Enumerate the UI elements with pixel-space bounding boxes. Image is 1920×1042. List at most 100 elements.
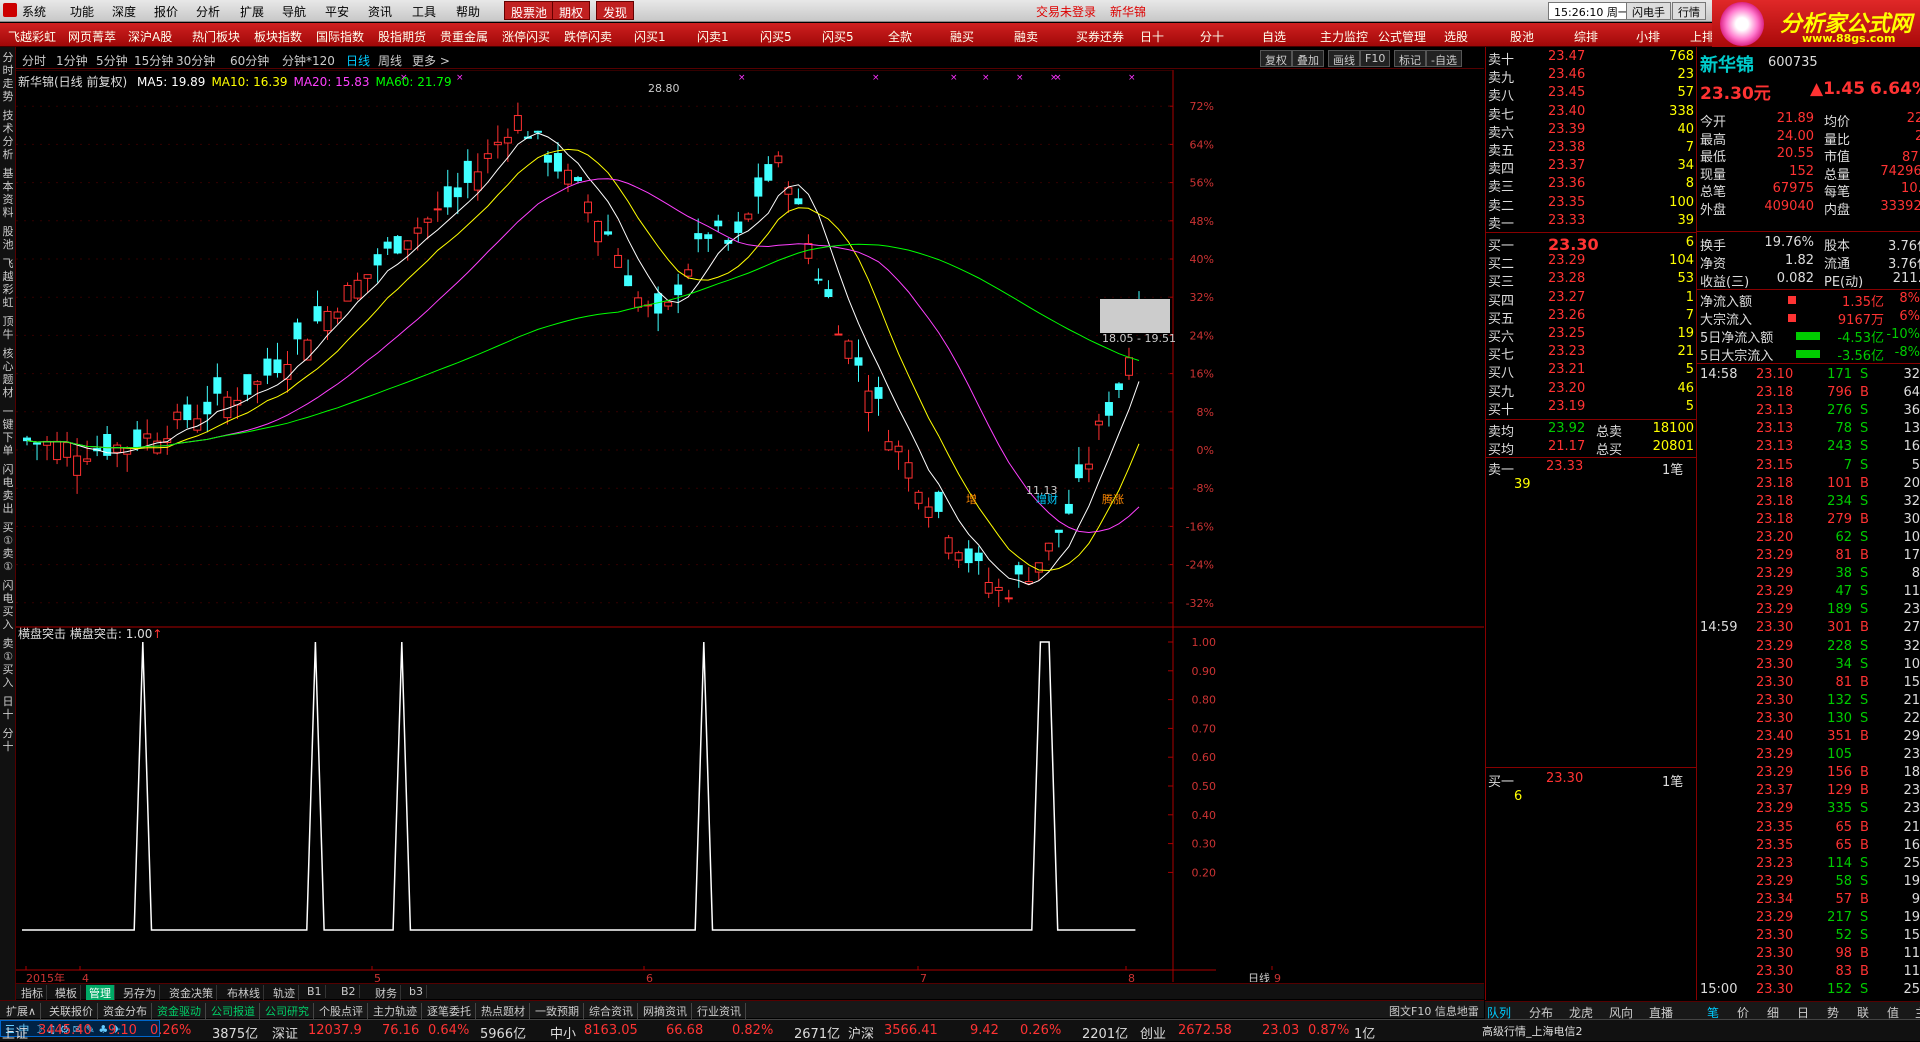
chart-tool-0[interactable]: 复权 xyxy=(1260,50,1292,67)
left-tab-4[interactable]: 飞越彩虹 xyxy=(1,257,15,309)
indicator-tab-7[interactable]: B1 xyxy=(304,985,326,998)
toolbar-item-18[interactable]: 日十 xyxy=(1140,28,1164,45)
chart-tool-5[interactable]: -自选 xyxy=(1426,50,1462,67)
period-0[interactable]: 分时 xyxy=(22,52,46,69)
func-11[interactable]: 综合资讯 xyxy=(585,1003,638,1019)
toolbar-item-17[interactable]: 买券还券 xyxy=(1076,28,1124,45)
left-tab-10[interactable]: 闪电买入 xyxy=(1,579,15,631)
left-tab-12[interactable]: 日十 xyxy=(1,695,15,721)
left-tab-11[interactable]: 卖①买入 xyxy=(1,637,15,689)
toolbar-item-4[interactable]: 板块指数 xyxy=(254,28,302,45)
period-9[interactable]: 更多 > xyxy=(412,52,450,69)
toolbar-item-15[interactable]: 融买 xyxy=(950,28,974,45)
menu-red-button-2[interactable]: 发现 xyxy=(596,1,635,20)
func-6[interactable]: 个股点评 xyxy=(315,1003,368,1019)
indicator-tab-2[interactable]: 管理 xyxy=(86,985,115,1001)
toolbar-item-23[interactable]: 选股 xyxy=(1444,28,1468,45)
chart-svg[interactable]: 72% 64% 56% 48% 40% 32% 24% 16% 8% 0% -8% -16% -24% -… xyxy=(16,69,1484,985)
chart-tool-4[interactable]: 标记 xyxy=(1394,50,1426,67)
chart-tool-2[interactable]: 画线 xyxy=(1328,50,1360,67)
menu-2[interactable]: 深度 xyxy=(112,3,136,20)
left-tab-9[interactable]: 买①卖① xyxy=(1,521,15,573)
func-1[interactable]: 关联报价 xyxy=(45,1003,98,1019)
toolbar-item-10[interactable]: 闪买1 xyxy=(634,28,666,45)
toolbar-item-3[interactable]: 热门板块 xyxy=(192,28,240,45)
menu-6[interactable]: 导航 xyxy=(282,3,306,20)
chart-tool-1[interactable]: 叠加 xyxy=(1292,50,1324,67)
indicator-tab-8[interactable]: B2 xyxy=(338,985,360,998)
left-tab-5[interactable]: 顶牛 xyxy=(1,315,15,341)
toolbar-item-25[interactable]: 综排 xyxy=(1574,28,1598,45)
toolbar-item-5[interactable]: 国际指数 xyxy=(316,28,364,45)
toolbar-item-2[interactable]: 深沪A股 xyxy=(128,28,172,45)
func-7[interactable]: 主力轨迹 xyxy=(369,1003,422,1019)
menu-7[interactable]: 平安 xyxy=(325,3,349,20)
menu-8[interactable]: 资讯 xyxy=(368,3,392,20)
toolbar-item-19[interactable]: 分十 xyxy=(1200,28,1224,45)
menu-9[interactable]: 工具 xyxy=(412,3,436,20)
indicator-tab-10[interactable]: b3 xyxy=(406,985,427,998)
menu-5[interactable]: 扩展 xyxy=(240,3,264,20)
indicator-tab-6[interactable]: 轨迹 xyxy=(270,985,299,1001)
toolbar-item-27[interactable]: 上排 xyxy=(1690,28,1714,45)
chart-tool-3[interactable]: F10 xyxy=(1360,50,1391,67)
period-6[interactable]: 分钟*120 xyxy=(282,52,335,69)
func-10[interactable]: 一致预期 xyxy=(531,1003,584,1019)
func-4[interactable]: 公司报道 xyxy=(207,1003,260,1019)
func-9[interactable]: 热点题材 xyxy=(477,1003,530,1019)
func-0[interactable]: 扩展∧ xyxy=(2,1003,42,1019)
func-12[interactable]: 网摘资讯 xyxy=(639,1003,692,1019)
left-tab-8[interactable]: 闪电卖出 xyxy=(1,463,15,515)
period-3[interactable]: 15分钟 xyxy=(134,52,173,69)
period-8[interactable]: 周线 xyxy=(378,52,402,69)
period-7[interactable]: 日线 xyxy=(346,52,370,69)
toolbar-item-7[interactable]: 贵重金属 xyxy=(440,28,488,45)
toolbar-item-0[interactable]: 飞越彩虹 xyxy=(8,28,56,45)
menu-0[interactable]: 系统 xyxy=(22,3,46,20)
left-tab-3[interactable]: 股池 xyxy=(1,225,15,251)
indicator-tab-5[interactable]: 布林线 xyxy=(224,985,264,1001)
menu-3[interactable]: 报价 xyxy=(154,3,178,20)
toolbar-item-1[interactable]: 网页菁萃 xyxy=(68,28,116,45)
left-tab-6[interactable]: 核心题材 xyxy=(1,347,15,399)
indicator-tab-3[interactable]: 另存为 xyxy=(120,985,160,1001)
flash-phone-button[interactable]: 闪电手 xyxy=(1626,2,1671,20)
period-5[interactable]: 60分钟 xyxy=(230,52,269,69)
toolbar-item-22[interactable]: 公式管理 xyxy=(1378,28,1426,45)
chart-area[interactable]: 72% 64% 56% 48% 40% 32% 24% 16% 8% 0% -8% -16% -24% -… xyxy=(16,69,1484,985)
market-button[interactable]: 行情 xyxy=(1672,2,1706,20)
left-tab-1[interactable]: 技术分析 xyxy=(1,109,15,161)
menu-red-button-1[interactable]: 期权 xyxy=(552,1,591,20)
indicator-tab-1[interactable]: 模板 xyxy=(52,985,81,1001)
menu-red-button-0[interactable]: 股票池 xyxy=(504,1,555,20)
toolbar-item-21[interactable]: 主力监控 xyxy=(1320,28,1368,45)
toolbar-item-8[interactable]: 涨停闪买 xyxy=(502,28,550,45)
indicator-tab-4[interactable]: 资金决策 xyxy=(166,985,217,1001)
period-2[interactable]: 5分钟 xyxy=(96,52,128,69)
func-2[interactable]: 资金分布 xyxy=(99,1003,152,1019)
func-8[interactable]: 逐笔委托 xyxy=(423,1003,476,1019)
toolbar-item-6[interactable]: 股指期货 xyxy=(378,28,426,45)
toolbar-item-11[interactable]: 闪卖1 xyxy=(697,28,729,45)
indicator-tab-0[interactable]: 指标 xyxy=(18,985,47,1001)
toolbar-item-20[interactable]: 自选 xyxy=(1262,28,1286,45)
toolbar-item-26[interactable]: 小排 xyxy=(1636,28,1660,45)
toolbar-item-14[interactable]: 全款 xyxy=(888,28,912,45)
toolbar-item-12[interactable]: 闪买5 xyxy=(760,28,792,45)
func-13[interactable]: 行业资讯 xyxy=(693,1003,746,1019)
toolbar-item-13[interactable]: 闪买5 xyxy=(822,28,854,45)
indicator-tab-9[interactable]: 财务 xyxy=(372,985,401,1001)
left-tab-13[interactable]: 分十 xyxy=(1,727,15,753)
func-5[interactable]: 公司研究 xyxy=(261,1003,314,1019)
period-4[interactable]: 30分钟 xyxy=(176,52,215,69)
toolbar-item-24[interactable]: 股池 xyxy=(1510,28,1534,45)
func-3[interactable]: 资金驱动 xyxy=(153,1003,206,1019)
menu-10[interactable]: 帮助 xyxy=(456,3,480,20)
period-1[interactable]: 1分钟 xyxy=(56,52,88,69)
toolbar-item-16[interactable]: 融卖 xyxy=(1014,28,1038,45)
menu-1[interactable]: 功能 xyxy=(70,3,94,20)
left-tab-7[interactable]: 一键下单 xyxy=(1,405,15,457)
toolbar-item-9[interactable]: 跌停闪卖 xyxy=(564,28,612,45)
login-status[interactable]: 交易未登录 xyxy=(1036,3,1096,20)
menu-4[interactable]: 分析 xyxy=(196,3,220,20)
